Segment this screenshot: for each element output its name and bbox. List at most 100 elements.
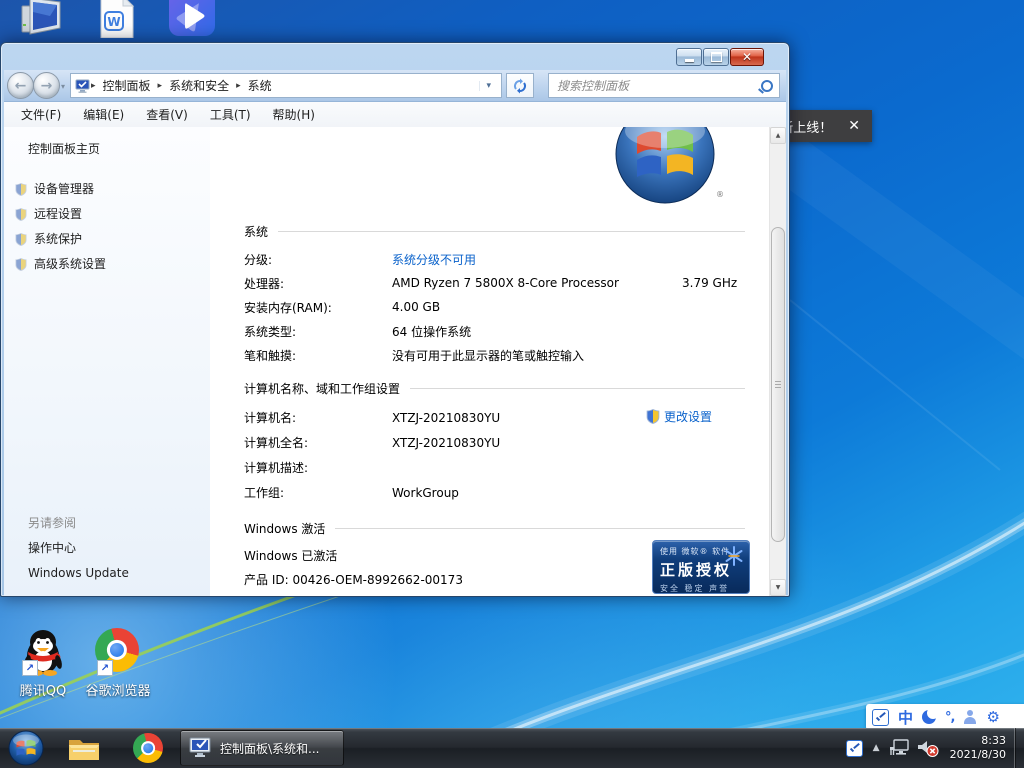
refresh-button[interactable] <box>506 73 534 98</box>
scroll-down-button[interactable]: ▼ <box>770 579 786 596</box>
row-value: 64 位操作系统 <box>392 323 471 340</box>
sidebar-item-control-panel-home[interactable]: 控制面板主页 <box>28 140 100 157</box>
ime-chinese-mode-button[interactable]: 中 <box>898 707 913 728</box>
fullwidth-moon-icon[interactable] <box>922 710 936 724</box>
sidebar-item-system-protection[interactable]: 系统保护 <box>4 227 210 252</box>
desktop-shortcut-chrome[interactable]: ↗ 谷歌浏览器 <box>75 628 161 699</box>
windows-orb-icon <box>614 127 716 205</box>
taskbar-clock[interactable]: 8:33 2021/8/30 <box>950 734 1006 762</box>
breadcrumb-control-panel[interactable]: 控制面板 <box>96 77 158 94</box>
row-full-name: 计算机全名: XTZJ-20210830YU <box>244 430 745 455</box>
menu-tools[interactable]: 工具(T) <box>201 103 260 126</box>
sidebar-item-label: 远程设置 <box>34 207 82 221</box>
sidebar-item-windows-update[interactable]: Windows Update <box>4 561 210 586</box>
vertical-scrollbar[interactable]: ▲ ▼ <box>769 127 786 596</box>
ime-settings-gear-icon[interactable]: ⚙ <box>986 710 999 725</box>
row-label: 处理器: <box>244 275 392 292</box>
clock-date: 2021/8/30 <box>950 748 1006 762</box>
row-value: 没有可用于此显示器的笔或触控输入 <box>392 347 584 364</box>
scroll-down-icon: ▼ <box>776 584 781 591</box>
change-settings-label: 更改设置 <box>664 408 712 425</box>
row-label: 计算机描述: <box>244 459 392 476</box>
volume-muted-tray-icon[interactable] <box>916 738 940 758</box>
row-value: XTZJ-20210830YU <box>392 436 500 450</box>
maximize-button[interactable] <box>703 48 729 66</box>
start-orb-icon <box>8 730 44 766</box>
toast-close-icon[interactable]: ✕ <box>848 118 860 134</box>
back-icon: ← <box>15 78 27 94</box>
search-box[interactable] <box>548 73 780 98</box>
section-divider <box>278 231 745 232</box>
row-label: 系统类型: <box>244 323 392 340</box>
show-hidden-icons-button[interactable]: ▲ <box>867 743 886 753</box>
row-label: 安装内存(RAM): <box>244 299 392 316</box>
system-rating-link[interactable]: 系统分级不可用 <box>392 251 476 268</box>
tray-ime-icon[interactable] <box>846 740 863 757</box>
taskbar-explorer-button[interactable] <box>58 728 110 768</box>
ime-logo-icon[interactable] <box>872 709 889 726</box>
video-player-icon <box>167 0 217 38</box>
genuine-star-icon <box>723 545 745 567</box>
close-icon: ✕ <box>742 51 752 63</box>
taskbar-active-window-button[interactable]: 控制面板\系统和... <box>180 730 344 766</box>
uac-shield-icon <box>15 208 27 221</box>
row-rating: 分级: 系统分级不可用 <box>244 247 745 271</box>
row-value: XTZJ-20210830YU <box>392 411 500 425</box>
close-button[interactable]: ✕ <box>730 48 764 66</box>
scrollbar-thumb[interactable] <box>771 227 785 542</box>
sidebar-item-advanced-system-settings[interactable]: 高级系统设置 <box>4 252 210 277</box>
see-also-header: 另请参阅 <box>4 511 210 536</box>
uac-shield-icon <box>646 409 660 424</box>
row-value: WorkGroup <box>392 486 459 500</box>
active-window-label: 控制面板\系统和... <box>220 740 320 757</box>
punctuation-mode-icon[interactable]: °, <box>945 710 954 725</box>
svg-text:W: W <box>107 15 120 29</box>
desktop-icon-video-player[interactable] <box>166 0 218 38</box>
sidebar-item-device-manager[interactable]: 设备管理器 <box>4 177 210 202</box>
sidebar-item-remote-settings[interactable]: 远程设置 <box>4 202 210 227</box>
network-tray-icon[interactable] <box>889 739 911 757</box>
system-content: ® 系统 分级: 系统分级不可用 处理器: AMD Ryzen 7 5800X … <box>210 127 769 596</box>
badge-line3: 安全 稳定 声誉 <box>660 583 742 594</box>
desktop-icon-document[interactable]: W <box>92 0 138 38</box>
shortcut-label: 腾讯QQ <box>20 680 66 699</box>
scroll-up-button[interactable]: ▲ <box>770 127 786 144</box>
uac-shield-icon <box>15 258 27 271</box>
menu-view[interactable]: 查看(V) <box>137 103 197 126</box>
section-computer-name: 计算机名称、域和工作组设置 <box>244 380 745 397</box>
computer-icon <box>20 0 64 36</box>
minimize-icon <box>685 59 694 62</box>
genuine-software-badge[interactable]: 使用 微软® 软件 正版授权 安全 稳定 声誉 <box>652 540 750 594</box>
menu-edit[interactable]: 编辑(E) <box>74 103 133 126</box>
minimize-button[interactable] <box>676 48 702 66</box>
address-dropdown-icon[interactable]: ▾ <box>479 81 497 91</box>
menu-file[interactable]: 文件(F) <box>12 103 70 126</box>
row-label: 分级: <box>244 251 392 268</box>
section-title: 系统 <box>244 223 268 240</box>
section-title: 计算机名称、域和工作组设置 <box>244 380 400 397</box>
user-dict-icon[interactable] <box>963 710 977 724</box>
language-bar: 中 °, ⚙ <box>866 704 1024 730</box>
start-button[interactable] <box>4 728 48 768</box>
uac-shield-icon <box>15 233 27 246</box>
search-icon[interactable] <box>761 80 773 92</box>
chrome-icon <box>133 733 163 763</box>
address-bar[interactable]: ▸ 控制面板 ▸ 系统和安全 ▸ 系统 ▾ <box>70 73 502 98</box>
show-desktop-button[interactable] <box>1014 728 1024 768</box>
breadcrumb-system[interactable]: 系统 <box>241 77 279 94</box>
breadcrumb-system-security[interactable]: 系统和安全 <box>162 77 236 94</box>
sidebar-item-action-center[interactable]: 操作中心 <box>4 536 210 561</box>
window-titlebar[interactable]: ✕ <box>4 46 786 70</box>
row-computer-name: 计算机名: XTZJ-20210830YU 更改设置 <box>244 405 745 430</box>
maximize-icon <box>711 52 722 62</box>
menu-help[interactable]: 帮助(H) <box>264 103 324 126</box>
desktop-icon-computer[interactable] <box>18 0 66 38</box>
desktop-shortcut-qq[interactable]: ↗ 腾讯QQ <box>0 626 86 699</box>
forward-button[interactable]: → <box>33 72 60 99</box>
taskbar-chrome-button[interactable] <box>122 728 174 768</box>
recent-pages-dropdown-icon[interactable]: ▾ <box>61 82 65 91</box>
back-button[interactable]: ← <box>7 72 34 99</box>
change-settings-link[interactable]: 更改设置 <box>646 408 712 425</box>
search-input[interactable] <box>555 78 757 94</box>
navigation-bar: ← → ▾ ▸ 控制面板 ▸ 系统和安全 ▸ 系统 ▾ <box>4 70 786 102</box>
